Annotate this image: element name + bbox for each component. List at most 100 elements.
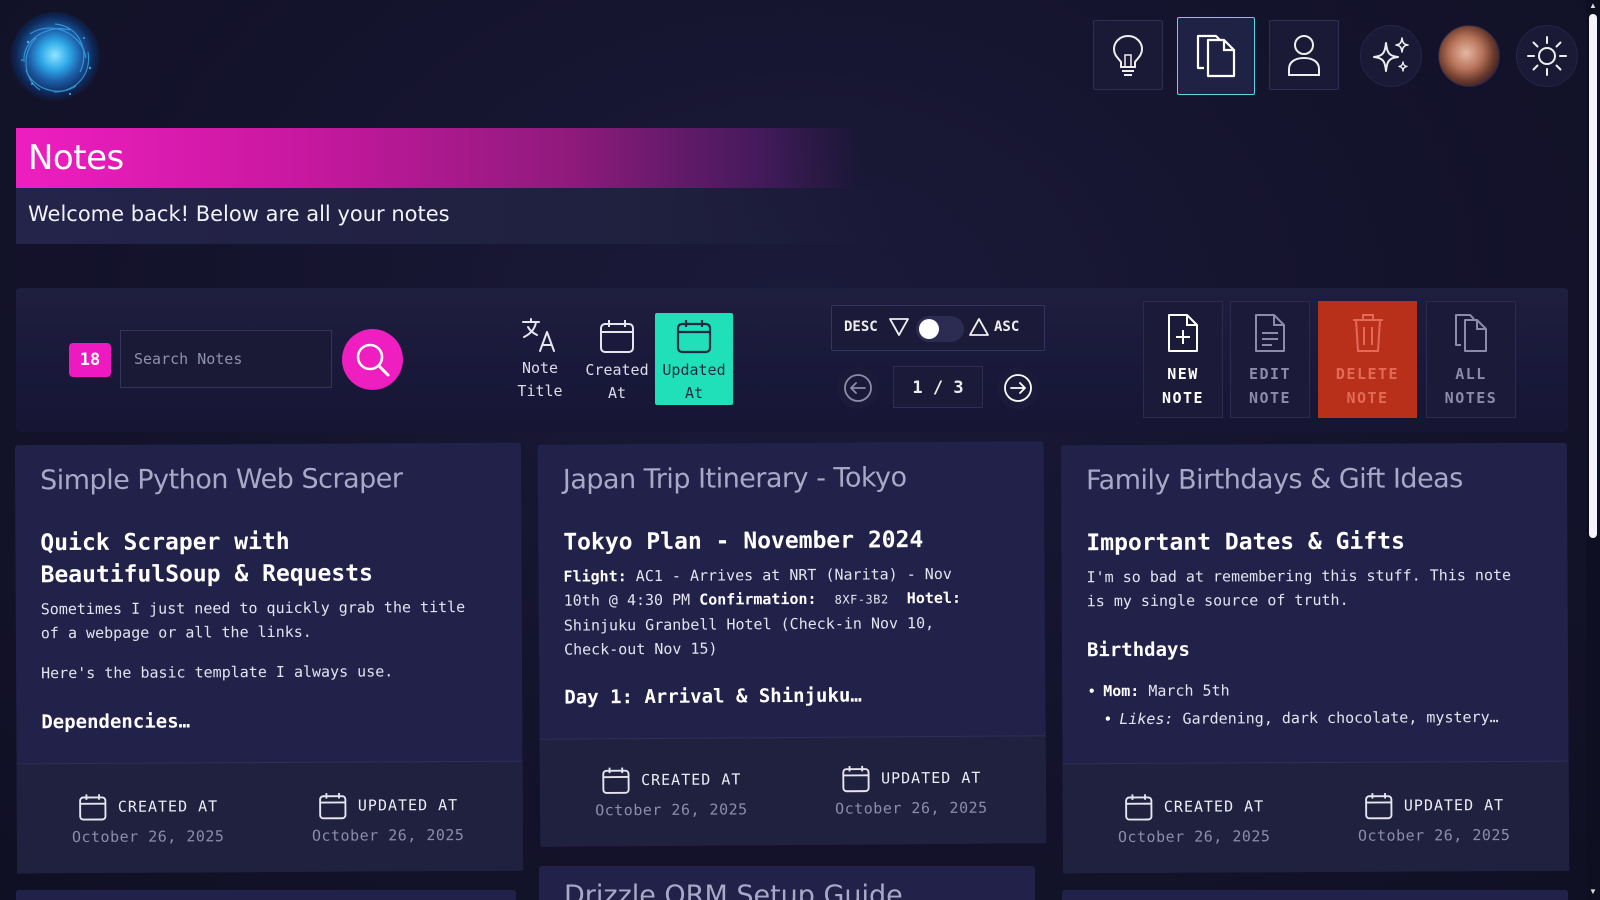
- notes-count-badge: 18: [69, 343, 111, 377]
- sort-by-created-button[interactable]: Created At: [578, 313, 656, 405]
- sort-title-label-1: Note: [521, 359, 559, 377]
- mom-date: March 5th: [1148, 681, 1230, 700]
- note-card[interactable]: Simple Python Web Scraper Quick Scraper …: [14, 442, 524, 874]
- list-item: Likes: Gardening, dark chocolate, myster…: [1103, 705, 1557, 731]
- sort-order-toggle[interactable]: [916, 316, 964, 342]
- note-body: I'm so bad at remembering this stuff. Th…: [1087, 563, 1557, 613]
- note-card-peek[interactable]: [1062, 890, 1568, 900]
- created-at-meta: CREATED AT October 26, 2025: [71, 791, 225, 847]
- next-page-button[interactable]: [997, 367, 1039, 409]
- sort-created-label-1: Created: [585, 361, 649, 379]
- delete-note-button[interactable]: DELETE NOTE: [1318, 301, 1417, 418]
- new-note-label-2: NOTE: [1161, 389, 1205, 407]
- flight-text: 10th @ 4:30 PM: [563, 590, 691, 610]
- delete-note-label-1: DELETE: [1335, 365, 1400, 383]
- updated-at-date: October 26, 2025: [1357, 825, 1511, 845]
- updated-at-label: UPDATED AT: [357, 796, 459, 815]
- new-file-icon: [1168, 314, 1198, 352]
- scrollbar-thumb[interactable]: [1589, 14, 1597, 538]
- desc-label: DESC: [844, 319, 878, 335]
- files-icon: [1455, 314, 1487, 352]
- note-heading: Tokyo Plan - November 2024: [563, 527, 924, 556]
- confirmation-label: Confirmation:: [699, 589, 817, 609]
- all-notes-label-2: NOTES: [1444, 389, 1498, 407]
- arrow-right-circle-icon: [1004, 374, 1032, 402]
- calendar-icon: [79, 794, 107, 821]
- flight-text: AC1 - Arrives at NRT (Narita) - Nov: [635, 564, 952, 586]
- avatar[interactable]: [1438, 25, 1500, 87]
- sort-title-label-2: Title: [517, 382, 563, 400]
- arrow-left-circle-icon: [844, 374, 872, 402]
- nav-notes-button[interactable]: [1177, 17, 1255, 95]
- note-text-line: Shinjuku Granbell Hotel (Check-in Nov 10…: [563, 614, 935, 635]
- sort-created-label-2: At: [607, 384, 627, 402]
- note-title: Family Birthdays & Gift Ideas: [1085, 463, 1463, 497]
- note-card-peek[interactable]: Drizzle ORM Setup Guide: [539, 866, 1035, 900]
- edit-note-button[interactable]: EDIT NOTE: [1230, 301, 1310, 418]
- note-subheading: Birthdays: [1086, 638, 1190, 662]
- edit-note-label-1: EDIT: [1248, 365, 1292, 383]
- note-footer: CREATED AT October 26, 2025 UPDATED AT O…: [16, 760, 524, 874]
- note-list: Mom: March 5th Likes: Gardening, dark ch…: [1087, 677, 1557, 737]
- page-indicator: 1 / 3: [893, 366, 983, 408]
- note-card-peek[interactable]: [16, 890, 516, 900]
- triangle-up-icon: [969, 318, 989, 336]
- note-card[interactable]: Family Birthdays & Gift Ideas Important …: [1060, 442, 1570, 874]
- note-heading: Important Dates & Gifts: [1086, 528, 1405, 557]
- new-note-button[interactable]: NEW NOTE: [1143, 301, 1223, 418]
- note-heading-line: BeautifulSoup & Requests: [40, 560, 373, 589]
- sort-by-updated-button[interactable]: Updated At: [655, 313, 733, 405]
- theme-toggle-button[interactable]: [1516, 25, 1578, 87]
- updated-at-date: October 26, 2025: [311, 825, 465, 845]
- updated-at-meta: UPDATED AT October 26, 2025: [835, 763, 988, 818]
- prev-page-button[interactable]: [837, 367, 879, 409]
- note-text-line: Here's the basic template I always use.: [41, 662, 394, 683]
- note-title: Drizzle ORM Setup Guide: [564, 880, 903, 900]
- note-heading: Quick Scraper with BeautifulSoup & Reque…: [40, 525, 373, 591]
- note-title: Simple Python Web Scraper: [39, 463, 403, 497]
- sort-by-title-button[interactable]: Note Title: [501, 313, 579, 405]
- note-card[interactable]: Japan Trip Itinerary - Tokyo Tokyo Plan …: [537, 441, 1047, 847]
- calendar-icon: [1365, 792, 1393, 820]
- welcome-message: Welcome back! Below are all your notes: [28, 202, 450, 226]
- sparkles-icon: [1373, 37, 1409, 72]
- updated-at-date: October 26, 2025: [835, 798, 988, 818]
- created-at-date: October 26, 2025: [71, 827, 225, 847]
- note-title: Japan Trip Itinerary - Tokyo: [562, 462, 907, 496]
- header-banner: Notes: [16, 128, 1336, 188]
- app-logo[interactable]: [10, 12, 100, 102]
- note-footer: CREATED AT October 26, 2025 UPDATED AT O…: [539, 735, 1047, 847]
- edit-note-label-2: NOTE: [1248, 389, 1292, 407]
- created-at-date: October 26, 2025: [595, 800, 748, 820]
- toggle-knob: [919, 319, 939, 339]
- note-text-line: Sometimes I just need to quickly grab th…: [40, 597, 466, 619]
- note-text-line: Check-out Nov 15): [563, 639, 718, 659]
- note-footer: CREATED AT October 26, 2025 UPDATED AT O…: [1062, 760, 1570, 874]
- note-text-line: 10th @ 4:30 PM Confirmation: 8XF-3B2 Hot…: [564, 585, 1024, 613]
- new-note-label-1: NEW: [1167, 365, 1199, 383]
- search-input[interactable]: [120, 330, 332, 388]
- scroll-down-arrow-icon[interactable]: ▼: [1589, 888, 1597, 896]
- nav-ai-button[interactable]: [1360, 25, 1422, 87]
- search-button[interactable]: [342, 329, 403, 390]
- scroll-up-arrow-icon[interactable]: ▲: [1589, 2, 1597, 10]
- triangle-down-icon: [889, 318, 909, 336]
- updated-at-meta: UPDATED AT October 26, 2025: [1357, 790, 1511, 845]
- calendar-icon: [602, 767, 630, 794]
- calendar-icon: [676, 320, 712, 354]
- updated-at-label: UPDATED AT: [1403, 796, 1505, 815]
- calendar-icon: [1125, 794, 1153, 821]
- updated-at-meta: UPDATED AT October 26, 2025: [311, 790, 465, 845]
- created-at-meta: CREATED AT October 26, 2025: [1118, 791, 1270, 846]
- nav-profile-button[interactable]: [1269, 20, 1339, 90]
- sort-updated-label-2: At: [684, 384, 704, 402]
- calendar-icon: [319, 792, 347, 820]
- delete-note-label-2: NOTE: [1346, 389, 1389, 407]
- likes-label: Likes:: [1119, 709, 1174, 729]
- note-text-line: of a webpage or all the links.: [40, 622, 312, 643]
- nav-ideas-button[interactable]: [1093, 20, 1163, 90]
- lightbulb-icon: [1112, 34, 1144, 76]
- all-notes-button[interactable]: ALL NOTES: [1426, 301, 1516, 418]
- likes-text: Gardening, dark chocolate, mystery…: [1182, 708, 1499, 728]
- asc-label: ASC: [994, 319, 1020, 335]
